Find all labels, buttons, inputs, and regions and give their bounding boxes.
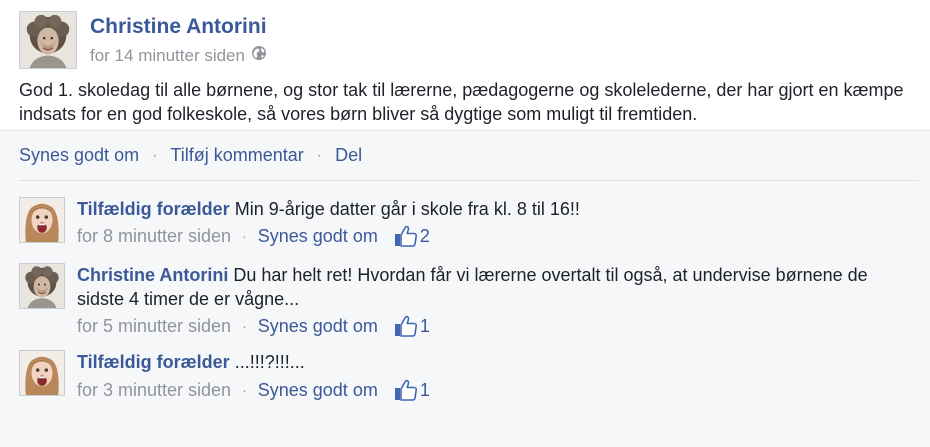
thumbs-up-icon bbox=[394, 379, 418, 401]
avatar[interactable] bbox=[19, 350, 65, 396]
comment-meta: for 8 minutter siden · Synes godt om 2 bbox=[77, 225, 430, 247]
comment-timestamp[interactable]: for 5 minutter siden bbox=[77, 316, 231, 337]
post-actions: Synes godt om · Tilføj kommentar · Del bbox=[19, 145, 362, 166]
post-header: Christine Antorini for 14 minutter siden bbox=[19, 11, 919, 71]
post-meta: for 14 minutter siden bbox=[90, 45, 267, 66]
comment-text: Min 9-årige datter går i skole fra kl. 8… bbox=[234, 199, 580, 219]
comment-author[interactable]: Christine Antorini bbox=[77, 265, 228, 285]
like-count-value: 2 bbox=[419, 225, 430, 246]
comment-author[interactable]: Tilfældig forælder bbox=[77, 199, 230, 219]
comment-link[interactable]: Tilføj kommentar bbox=[170, 145, 303, 166]
comment-body: Christine Antorini Du har helt ret! Hvor… bbox=[77, 263, 897, 311]
separator: · bbox=[242, 318, 247, 334]
divider bbox=[19, 180, 919, 181]
avatar[interactable] bbox=[19, 11, 77, 69]
globe-icon bbox=[251, 45, 267, 66]
comment-meta: for 3 minutter siden · Synes godt om 1 bbox=[77, 379, 430, 401]
comment-meta: for 5 minutter siden · Synes godt om 1 bbox=[77, 315, 430, 337]
comment-author[interactable]: Tilfældig forælder bbox=[77, 352, 230, 372]
separator: · bbox=[242, 382, 247, 398]
separator: · bbox=[152, 146, 158, 164]
comment-timestamp[interactable]: for 8 minutter siden bbox=[77, 226, 231, 247]
avatar[interactable] bbox=[19, 197, 65, 243]
post-text: God 1. skoledag til alle børnene, og sto… bbox=[19, 80, 904, 124]
like-count-value: 1 bbox=[419, 379, 430, 400]
comment-like-link[interactable]: Synes godt om bbox=[258, 316, 378, 337]
like-count[interactable]: 1 bbox=[394, 315, 430, 337]
like-count-value: 1 bbox=[419, 315, 430, 336]
thumbs-up-icon bbox=[394, 225, 418, 247]
comment-like-link[interactable]: Synes godt om bbox=[258, 380, 378, 401]
thumbs-up-icon bbox=[394, 315, 418, 337]
comment-body: Tilfældig forælder ...!!!?!!!... bbox=[77, 350, 897, 374]
comment-text: ...!!!?!!!... bbox=[234, 352, 305, 372]
like-count[interactable]: 1 bbox=[394, 379, 430, 401]
separator: · bbox=[242, 228, 247, 244]
avatar[interactable] bbox=[19, 263, 65, 309]
share-link[interactable]: Del bbox=[335, 145, 362, 166]
like-link[interactable]: Synes godt om bbox=[19, 145, 139, 166]
comment-like-link[interactable]: Synes godt om bbox=[258, 226, 378, 247]
separator: · bbox=[316, 146, 323, 164]
comment-timestamp[interactable]: for 3 minutter siden bbox=[77, 380, 231, 401]
like-count[interactable]: 2 bbox=[394, 225, 430, 247]
comment-body: Tilfældig forælder Min 9-årige datter gå… bbox=[77, 197, 897, 221]
post-timestamp[interactable]: for 14 minutter siden bbox=[90, 46, 245, 66]
post-author-name[interactable]: Christine Antorini bbox=[90, 15, 267, 39]
